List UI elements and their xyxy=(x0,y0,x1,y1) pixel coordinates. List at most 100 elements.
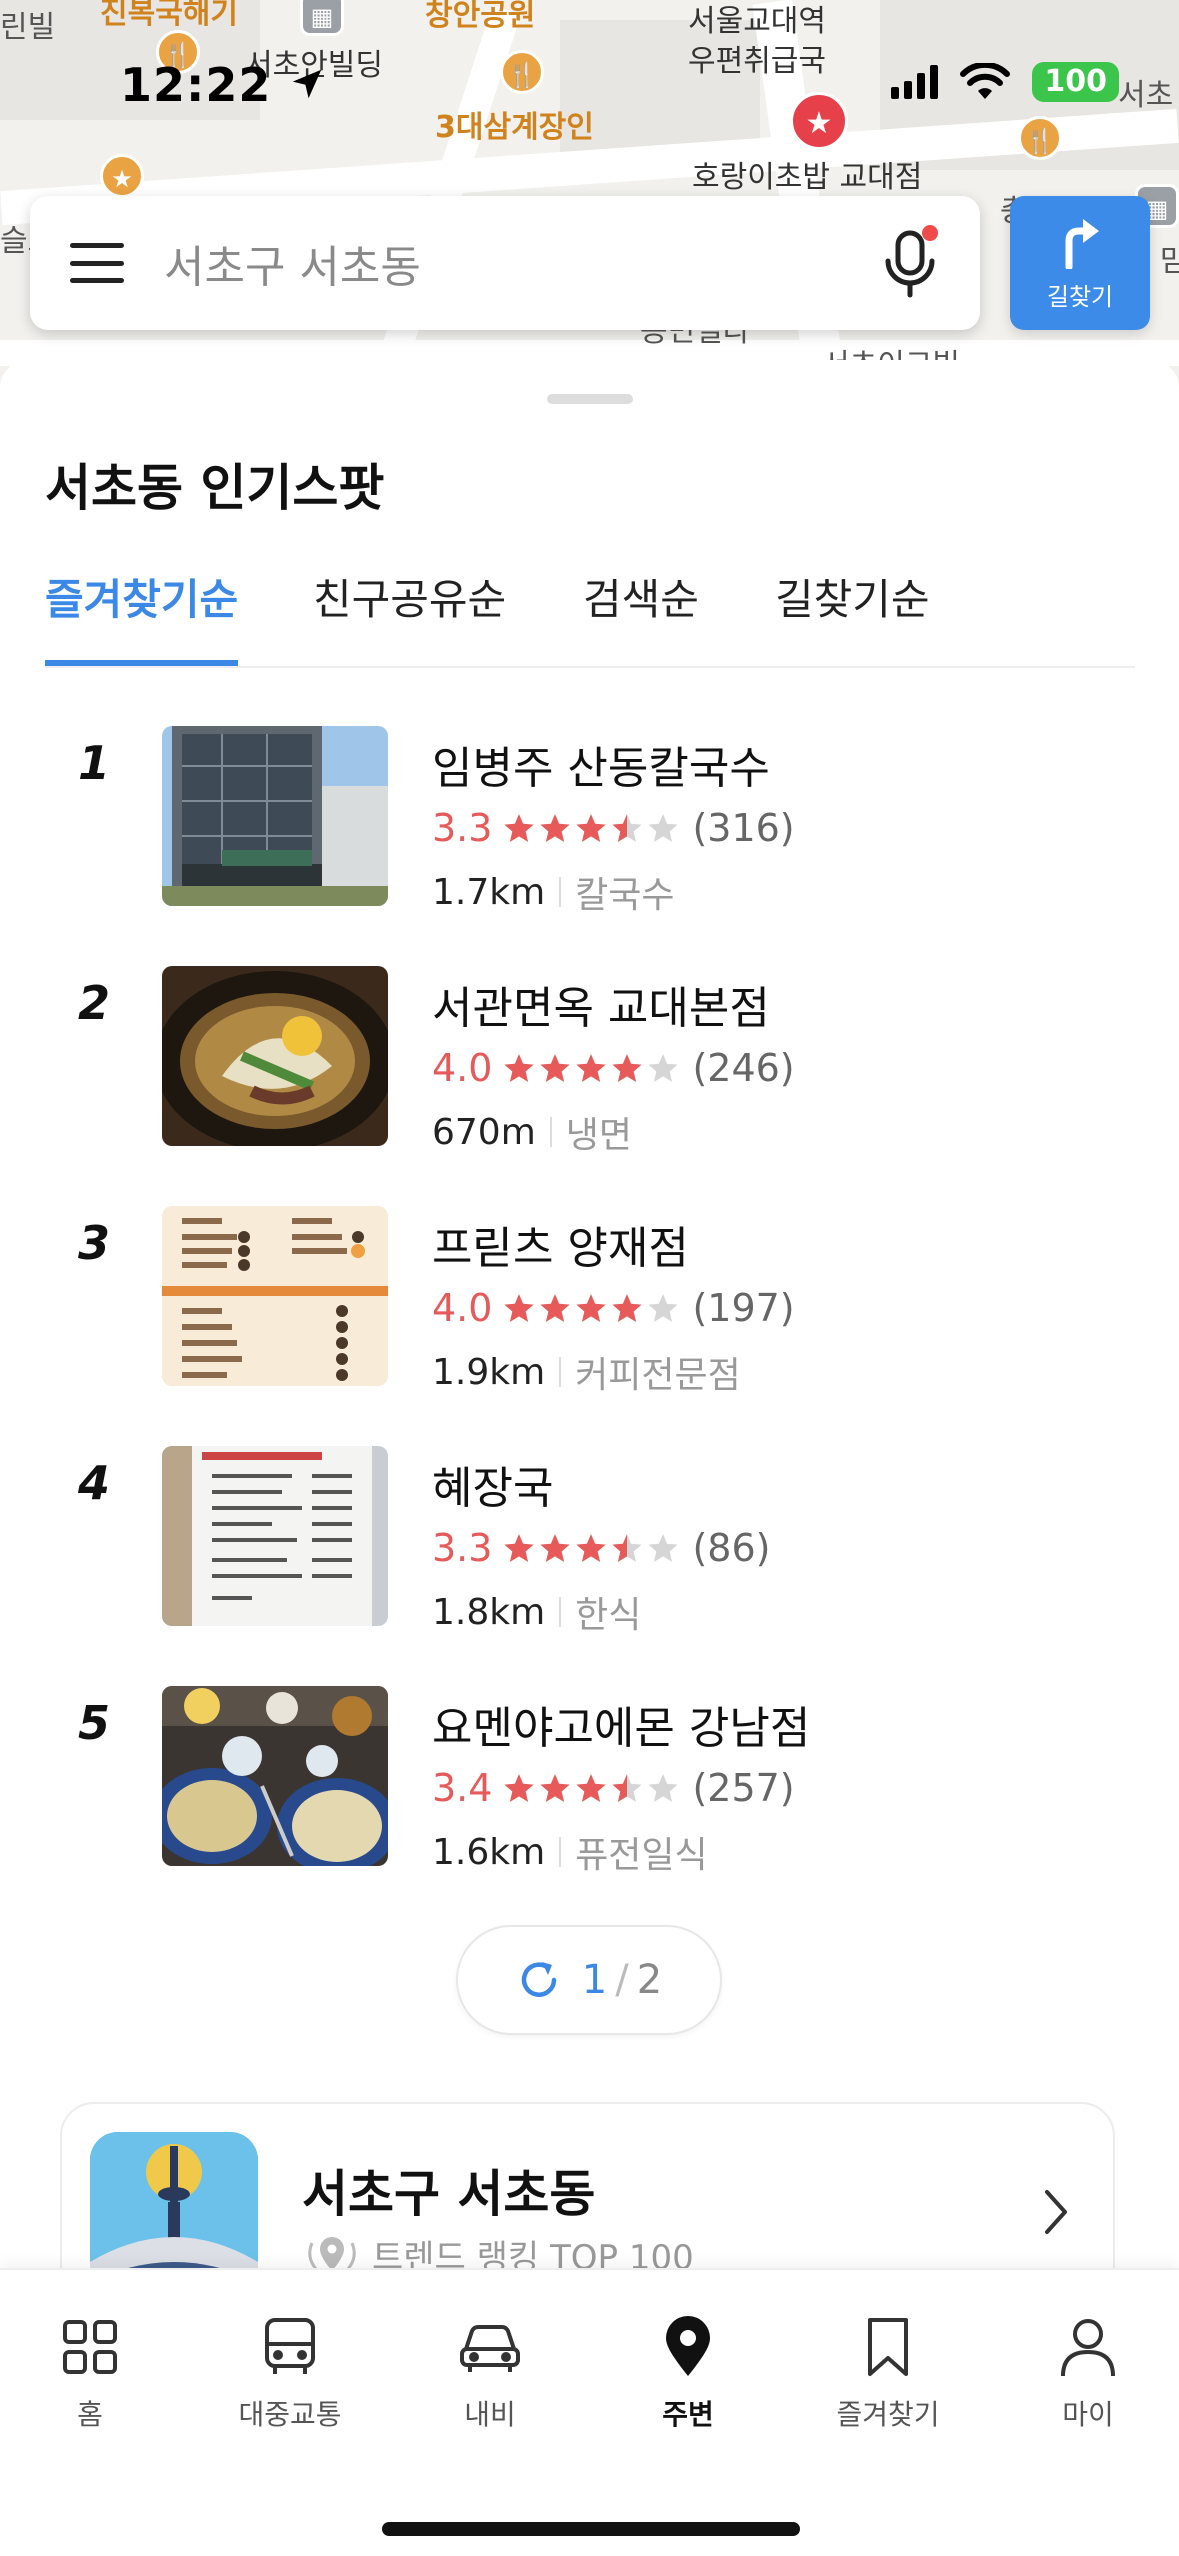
nav-nearby[interactable]: 주변 xyxy=(608,2315,768,2433)
person-icon xyxy=(1056,2315,1120,2379)
grid-home-icon xyxy=(58,2315,122,2379)
section-title: 서초동 인기스팟 xyxy=(45,459,385,517)
map-view[interactable]: 린빌 진복국해기 서초안빌딩 창안공원 3대삼계장인 서울교대역 우편취급국 호… xyxy=(0,0,1179,400)
page-separator: / xyxy=(615,1957,629,2003)
star-rating-icon xyxy=(502,1531,680,1565)
star-icon xyxy=(502,1291,536,1325)
rating-score: 4.0 xyxy=(432,1286,493,1330)
star-icon xyxy=(646,1531,680,1565)
map-label: 서초 xyxy=(1118,78,1174,113)
refresh-pager-button[interactable]: 1 / 2 xyxy=(456,1925,722,2035)
place-meta: 1.7km 칼국수 xyxy=(432,866,675,918)
category: 커피전문점 xyxy=(575,1355,741,1396)
nav-transit[interactable]: 대중교통 xyxy=(210,2315,370,2433)
refresh-icon xyxy=(521,1962,557,1997)
divider xyxy=(559,1837,562,1867)
map-label: 맘 xyxy=(1160,244,1179,279)
cellular-signal-icon xyxy=(891,65,939,99)
nav-favorites[interactable]: 즐겨찾기 xyxy=(808,2315,968,2433)
building-poi-icon[interactable]: ▦ xyxy=(300,0,344,36)
tab-route[interactable]: 길찾기순 xyxy=(775,558,930,666)
sheet-drag-handle[interactable] xyxy=(547,394,633,404)
place-meta: 1.6km 퓨전일식 xyxy=(432,1826,708,1878)
restaurant-poi-icon[interactable]: 🍴 xyxy=(1018,116,1062,160)
star-icon xyxy=(610,1531,644,1565)
list-item[interactable]: 3 프릳츠 양재점 4.0 (197) 1.9km 커피전문점 xyxy=(0,1206,1179,1406)
post-office-poi-icon[interactable]: ★ xyxy=(790,92,848,150)
place-name[interactable]: 혜장국 xyxy=(432,1452,553,1516)
review-count: (257) xyxy=(692,1766,795,1810)
category: 퓨전일식 xyxy=(575,1835,708,1876)
category: 냉면 xyxy=(565,1115,633,1156)
search-input[interactable]: 서초구 서초동 xyxy=(164,231,880,295)
map-label: 호랑이초밥 교대점 xyxy=(692,160,923,195)
place-name[interactable]: 임병주 산동칼국수 xyxy=(432,732,770,796)
star-icon xyxy=(538,811,572,845)
star-rating-icon xyxy=(502,1291,680,1325)
category: 칼국수 xyxy=(575,875,675,916)
star-rating-icon xyxy=(502,1771,680,1805)
divider xyxy=(549,1117,552,1147)
place-photo[interactable] xyxy=(162,1686,388,1866)
star-rating-icon xyxy=(502,811,680,845)
tab-search[interactable]: 검색순 xyxy=(583,558,699,666)
rating-score: 3.3 xyxy=(432,806,493,850)
nav-label: 대중교통 xyxy=(238,2398,342,2431)
star-icon xyxy=(574,1051,608,1085)
rating: 4.0 (246) xyxy=(432,1046,795,1090)
page-current: 1 xyxy=(581,1957,608,2003)
menu-icon[interactable] xyxy=(70,243,124,283)
rating-score: 4.0 xyxy=(432,1046,493,1090)
map-label: 3대삼계장인 xyxy=(435,110,594,145)
search-bar[interactable]: 서초구 서초동 xyxy=(30,196,980,330)
nav-navigation[interactable]: 내비 xyxy=(410,2315,570,2433)
nav-label: 주변 xyxy=(662,2398,714,2431)
rank-number: 3 xyxy=(78,1216,111,1270)
list-item[interactable]: 5 요멘야고에몬 강남점 3.4 (257) 1.6km 퓨전일식 xyxy=(0,1686,1179,1886)
star-icon xyxy=(610,1291,644,1325)
place-photo[interactable] xyxy=(162,1446,388,1626)
tab-friend-share[interactable]: 친구공유순 xyxy=(313,558,506,666)
place-name[interactable]: 서관면옥 교대본점 xyxy=(432,972,770,1036)
place-photo[interactable] xyxy=(162,966,388,1146)
page-total: 2 xyxy=(636,1957,663,2003)
microphone-icon[interactable] xyxy=(880,223,940,303)
rating: 3.3 (316) xyxy=(432,806,795,850)
star-icon xyxy=(502,1531,536,1565)
nav-home[interactable]: 홈 xyxy=(10,2315,170,2433)
review-count: (246) xyxy=(692,1046,795,1090)
list-item[interactable]: 4 혜장국 3.3 (86) 1.8km 한식 xyxy=(0,1446,1179,1646)
star-poi-icon[interactable]: ★ xyxy=(100,154,144,198)
place-photo[interactable] xyxy=(162,1206,388,1386)
list-item[interactable]: 1 임병주 산동칼국수 3.3 (316) 1.7km 칼국수 xyxy=(0,726,1179,926)
star-icon xyxy=(574,1771,608,1805)
route-button[interactable]: 길찾기 xyxy=(1010,196,1150,330)
rating: 4.0 (197) xyxy=(432,1286,795,1330)
rating-score: 3.3 xyxy=(432,1526,493,1570)
star-icon xyxy=(574,1531,608,1565)
place-name[interactable]: 프릳츠 양재점 xyxy=(432,1212,689,1276)
tab-favorites[interactable]: 즐겨찾기순 xyxy=(45,558,239,666)
rank-number: 1 xyxy=(78,736,111,790)
star-icon xyxy=(502,1771,536,1805)
chevron-right-icon xyxy=(1045,2190,1067,2234)
place-photo[interactable] xyxy=(162,726,388,906)
distance: 670m xyxy=(432,1111,536,1153)
list-item[interactable]: 2 서관면옥 교대본점 4.0 (246) 670m 냉면 xyxy=(0,966,1179,1166)
restaurant-poi-icon[interactable]: 🍴 xyxy=(500,50,544,94)
place-meta: 670m 냉면 xyxy=(432,1106,632,1158)
star-icon xyxy=(646,811,680,845)
rating: 3.4 (257) xyxy=(432,1766,795,1810)
review-count: (197) xyxy=(692,1286,795,1330)
star-icon xyxy=(610,1051,644,1085)
home-indicator[interactable] xyxy=(382,2522,800,2536)
star-icon xyxy=(538,1771,572,1805)
nav-my[interactable]: 마이 xyxy=(1008,2315,1168,2433)
star-icon xyxy=(646,1291,680,1325)
distance: 1.8km xyxy=(432,1591,546,1633)
place-name[interactable]: 요멘야고에몬 강남점 xyxy=(432,1692,810,1756)
wifi-icon xyxy=(960,63,1011,99)
map-label: 창안공원 xyxy=(425,0,536,33)
star-icon xyxy=(574,1291,608,1325)
star-icon xyxy=(502,1051,536,1085)
